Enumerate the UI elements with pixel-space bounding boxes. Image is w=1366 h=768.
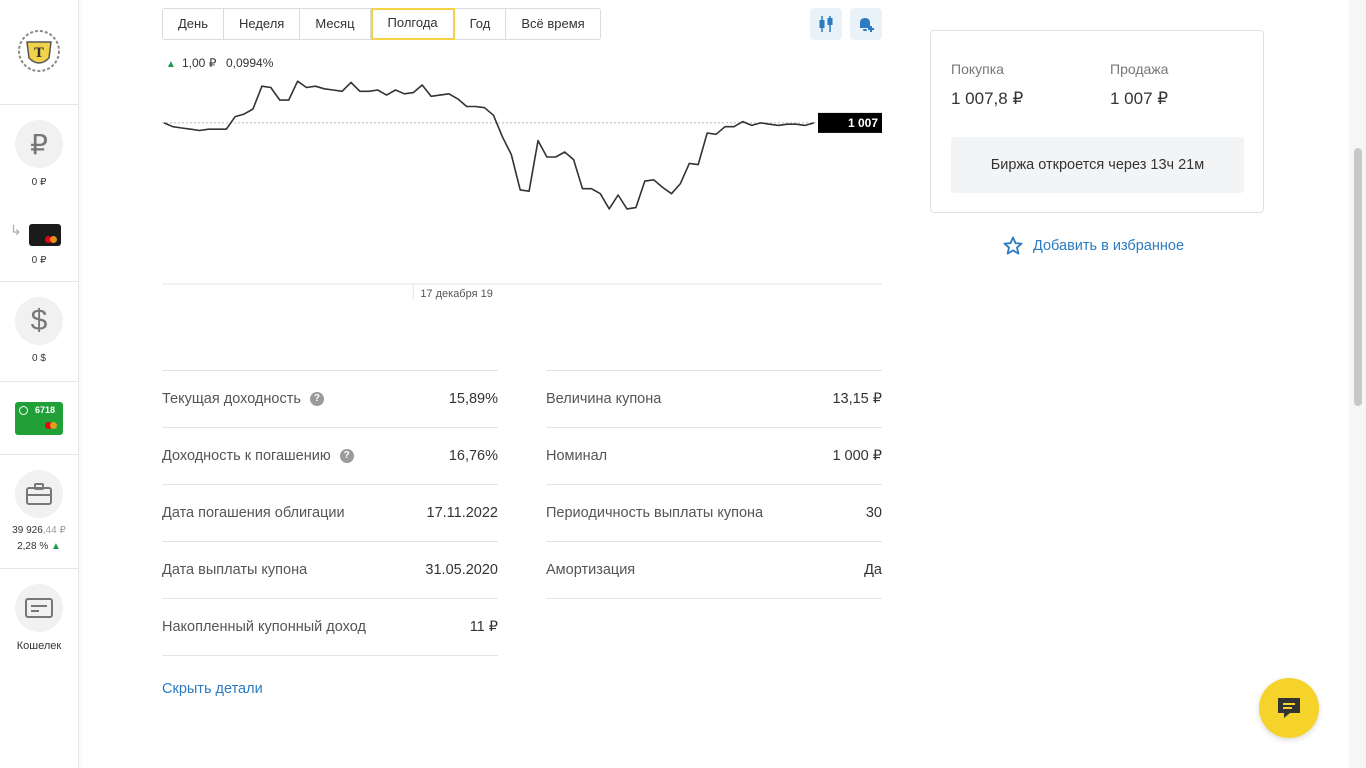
help-icon[interactable]: ? (309, 392, 324, 406)
exchange-status: Биржа откроется через 13ч 21м (951, 137, 1244, 193)
wallet-label: Кошелек (16, 640, 62, 652)
period-tab[interactable]: Всё время (506, 9, 599, 39)
buy-price: 1 007,8 ₽ (951, 89, 1024, 108)
detail-row: Текущая доходность? 15,89% (162, 370, 498, 427)
up-triangle-icon: ▲ (51, 541, 61, 552)
change-pct: 0,0994% (226, 56, 274, 70)
chat-icon (1278, 698, 1300, 718)
period-tab[interactable]: Месяц (300, 9, 371, 39)
x-tick-label: 17 декабря 19 (420, 288, 493, 300)
sub-account-arrow-icon: ↳ (10, 222, 22, 238)
green-card[interactable]: 6718 (15, 402, 63, 435)
period-tabs: День Неделя Месяц Полгода Год Всё время (162, 8, 601, 40)
sidebar: T ₽ 0 ₽ ↳ 0 ₽ $ 0 $ 6718 39 926,44 ₽ 2,2… (0, 0, 79, 768)
detail-value: 30 (865, 505, 882, 521)
detail-label: Величина купона (546, 391, 662, 407)
detail-row: Доходность к погашению? 16,76% (162, 427, 498, 484)
period-tab[interactable]: День (163, 9, 224, 39)
detail-row: Накопленный купонный доход 11 ₽ (162, 598, 498, 656)
detail-value: 15,89% (448, 391, 498, 407)
dollar-icon[interactable]: $ (15, 297, 63, 345)
svg-text:T: T (34, 46, 44, 61)
detail-value: Да (864, 562, 882, 578)
bell-plus-icon (860, 18, 874, 32)
sell-label: Продажа (1110, 61, 1169, 77)
detail-label: Текущая доходность? (162, 391, 324, 407)
candlestick-button[interactable] (810, 8, 842, 40)
detail-value: 13,15 ₽ (832, 391, 882, 407)
detail-label: Номинал (546, 448, 608, 464)
help-icon[interactable]: ? (339, 449, 354, 463)
detail-value: 17.11.2022 (426, 505, 499, 521)
detail-row: Периодичность выплаты купона 30 (546, 484, 882, 541)
current-value-label: 1 007 (848, 116, 878, 130)
change-up-icon: ▲ (166, 59, 176, 70)
card-balance: 0 ₽ (31, 255, 47, 266)
hide-details-link[interactable]: Скрыть детали (162, 681, 263, 697)
period-tab[interactable]: Полгода (370, 8, 455, 40)
ruble-icon[interactable]: ₽ (15, 120, 63, 168)
add-to-favorites-label: Добавить в избранное (1033, 238, 1185, 254)
detail-label: Доходность к погашению? (162, 448, 354, 464)
sell-price: 1 007 ₽ (1110, 89, 1169, 108)
usd-balance: 0 $ (32, 353, 46, 364)
trade-panel: Покупка 1 007,8 ₽ Продажа 1 007 ₽ Биржа … (930, 30, 1264, 213)
price-line (163, 80, 815, 210)
scrollbar[interactable] (1349, 0, 1366, 768)
usd-account-block: $ 0 $ (0, 281, 78, 382)
portfolio-value: 39 926,44 ₽ (12, 525, 66, 536)
detail-row: Дата погашения облигации 17.11.2022 (162, 484, 498, 541)
period-tab[interactable]: Неделя (224, 9, 301, 39)
detail-label: Периодичность выплаты купона (546, 505, 764, 521)
sber-logo-icon (19, 406, 28, 415)
detail-label: Накопленный купонный доход (162, 619, 366, 635)
logo-block: T (0, 0, 78, 105)
detail-value: 11 ₽ (469, 619, 498, 635)
change-abs: 1,00 ₽ (182, 56, 217, 70)
detail-label: Амортизация (546, 562, 636, 578)
detail-row: Величина купона 13,15 ₽ (546, 370, 882, 427)
price-chart[interactable]: ▲1,00 ₽0,0994%1 00717 декабря 1914 февра… (162, 50, 882, 310)
wallet-icon[interactable] (15, 584, 63, 632)
detail-value: 16,76% (448, 448, 498, 464)
card-icon[interactable] (29, 224, 61, 246)
details-right-table: Величина купона 13,15 ₽ Номинал 1 000 ₽ Пери… (546, 370, 882, 599)
detail-label: Дата выплаты купона (162, 562, 308, 578)
logo-emblem-icon[interactable]: T (16, 28, 62, 74)
detail-label: Дата погашения облигации (162, 505, 345, 521)
rub-balance: 0 ₽ (31, 177, 47, 188)
add-to-favorites-button[interactable]: Добавить в избранное (1003, 236, 1184, 256)
detail-value: 31.05.2020 (425, 562, 498, 578)
period-tab[interactable]: Год (455, 9, 507, 39)
candlestick-icon (819, 16, 833, 32)
details-left-table: Текущая доходность? 15,89% Доходность к по… (162, 370, 498, 656)
portfolio-change: 2,28 % ▲ (17, 541, 61, 552)
rub-accounts-block: ₽ 0 ₽ ↳ 0 ₽ (0, 104, 78, 282)
card-number: 6718 (35, 405, 56, 415)
green-card-block: 6718 (0, 381, 78, 455)
star-icon (1003, 236, 1023, 255)
detail-value: 1 000 ₽ (832, 448, 882, 464)
buy-label: Покупка (951, 61, 1004, 77)
alert-button[interactable] (850, 8, 882, 40)
detail-row: Дата выплаты купона 31.05.2020 (162, 541, 498, 598)
detail-row: Амортизация Да (546, 541, 882, 599)
briefcase-icon[interactable] (15, 470, 63, 518)
detail-row: Номинал 1 000 ₽ (546, 427, 882, 484)
portfolio-block: 39 926,44 ₽ 2,28 % ▲ (0, 454, 78, 569)
scrollbar-thumb[interactable] (1354, 148, 1362, 406)
wallet-block: Кошелек (0, 568, 78, 668)
chat-button[interactable] (1259, 678, 1319, 738)
